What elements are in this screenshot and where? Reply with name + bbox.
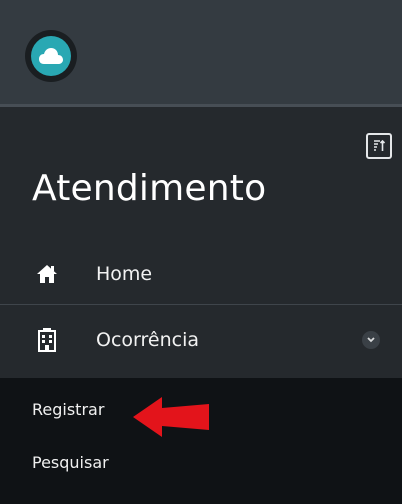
sidebar-item-home[interactable]: Home xyxy=(0,243,402,305)
collapse-sidebar-button[interactable] xyxy=(366,133,392,159)
logo-circle xyxy=(31,36,71,76)
sidebar-item-ocorrencia[interactable]: Ocorrência xyxy=(0,309,402,371)
building-icon xyxy=(36,328,58,352)
chevron-down-icon[interactable] xyxy=(362,331,380,349)
sidebar-item-label: Home xyxy=(96,262,153,285)
submenu-item-registrar[interactable]: Registrar xyxy=(32,400,104,419)
home-icon xyxy=(36,263,58,285)
red-arrow-annotation xyxy=(133,397,209,437)
top-bar xyxy=(0,0,402,107)
submenu-item-pesquisar[interactable]: Pesquisar xyxy=(32,453,109,472)
cloud-icon xyxy=(39,48,63,64)
sidebar-item-label: Ocorrência xyxy=(96,329,199,351)
section-title: Atendimento xyxy=(32,168,267,209)
app-logo[interactable] xyxy=(25,30,77,82)
sort-icon xyxy=(374,139,386,151)
